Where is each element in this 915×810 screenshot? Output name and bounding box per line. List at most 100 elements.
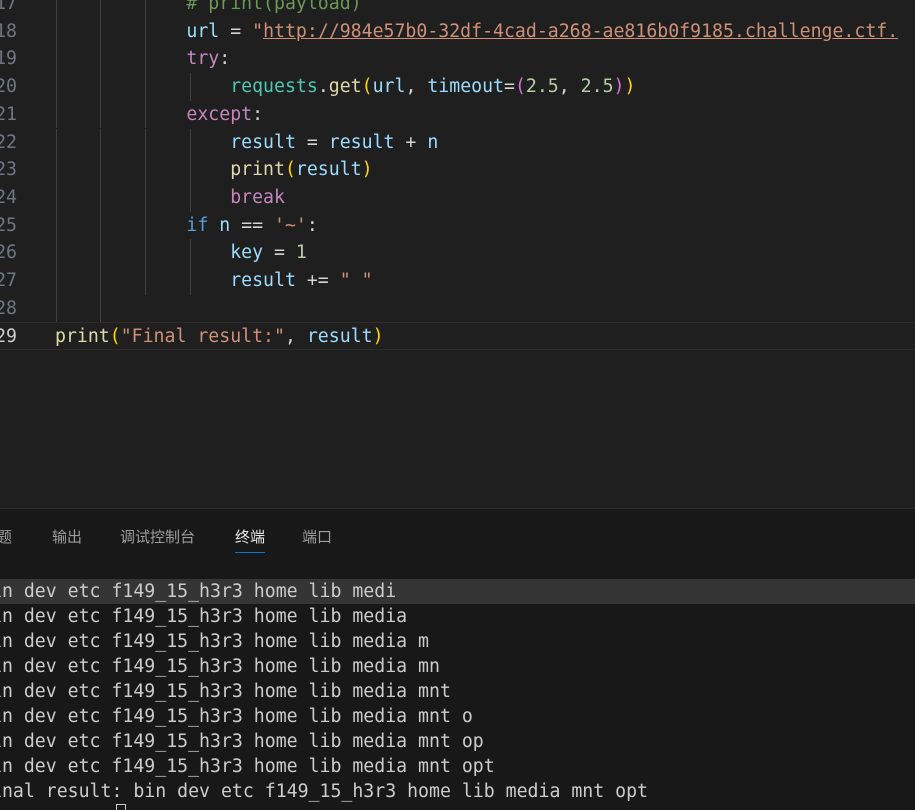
code-token: ): [613, 76, 625, 98]
code-text: result += " ": [55, 267, 373, 295]
code-token: result: [306, 326, 373, 348]
code-token: except: [186, 103, 253, 125]
code-token: key: [230, 242, 264, 264]
code-token: http://984e57b0-32df-4cad-a268-ae816b0f9…: [263, 20, 899, 42]
code-text: # print(payload): [55, 0, 362, 18]
code-token: requests: [230, 76, 318, 98]
code-line[interactable]: 29 print("Final result:", result): [0, 322, 915, 351]
code-token: :: [219, 48, 231, 70]
terminal-line: in dev etc f149_15_h3r3 home lib medi: [0, 581, 397, 602]
line-number: 17: [0, 0, 17, 14]
code-token: (: [109, 326, 121, 348]
code-token: url: [372, 76, 406, 98]
code-token: " ": [339, 270, 373, 291]
code-token: break: [230, 186, 285, 208]
code-token: print: [230, 159, 285, 181]
terminal-line: in dev etc f149_15_h3r3 home lib media m: [0, 631, 429, 652]
code-token: (: [361, 76, 373, 98]
code-line[interactable]: 26 key = 1: [0, 239, 915, 267]
code-token: # print(payload): [186, 0, 362, 14]
panel-tab-bar: 题 输出 调试控制台 终端 端口: [0, 509, 915, 565]
terminal-line: in dev etc f149_15_h3r3 home lib media m…: [0, 731, 484, 752]
tab-debug-console[interactable]: 调试控制台: [120, 526, 195, 547]
code-line[interactable]: 19 try:: [0, 45, 915, 74]
code-token: (: [284, 159, 296, 181]
code-token: result: [295, 159, 362, 181]
code-token: try: [186, 48, 220, 70]
tab-output[interactable]: 输出: [52, 526, 82, 547]
line-number: 19: [0, 48, 17, 70]
code-token: '~': [274, 214, 307, 236]
code-token: ": [252, 20, 264, 42]
code-token: ): [361, 159, 373, 181]
code-text: if n == '~':: [55, 212, 318, 240]
code-token: n: [427, 131, 439, 153]
bottom-panel: 题 输出 调试控制台 终端 端口 in dev etc f149_15_h3r3…: [0, 508, 915, 810]
code-line[interactable]: 23 print(result): [0, 156, 915, 184]
line-number: 25: [0, 214, 17, 236]
code-token: .: [317, 76, 329, 98]
tab-problems[interactable]: 题: [0, 526, 12, 547]
code-token: ,: [405, 76, 428, 98]
code-text: print(result): [55, 156, 373, 184]
terminal-line: in dev etc f149_15_h3r3 home lib media: [0, 606, 408, 627]
line-number: 18: [0, 20, 17, 42]
line-number: 27: [0, 270, 17, 291]
code-token: +: [394, 131, 428, 153]
code-token: result: [230, 270, 296, 291]
code-token: "Final result:": [120, 326, 285, 348]
tab-ports[interactable]: 端口: [302, 526, 332, 547]
code-token: 2.5: [580, 76, 614, 98]
code-line[interactable]: 18 url = "http://984e57b0-32df-4cad-a268…: [0, 17, 915, 46]
code-token: :: [306, 214, 318, 236]
code-text: result = result + n: [55, 129, 438, 157]
code-token: =: [504, 76, 515, 98]
code-token: ): [372, 326, 384, 348]
code-line[interactable]: 27 result += " ": [0, 267, 915, 295]
terminal-line: in dev etc f149_15_h3r3 home lib media m…: [0, 706, 473, 727]
code-token: =: [295, 131, 329, 153]
code-token: if: [186, 214, 209, 236]
code-line[interactable]: 22 result = result + n: [0, 128, 915, 157]
code-token: ): [624, 76, 636, 98]
code-line[interactable]: 24 break: [0, 183, 915, 212]
code-token: 1: [295, 242, 307, 264]
line-number: 23: [0, 159, 17, 181]
code-token: print: [55, 326, 110, 348]
tab-terminal[interactable]: 终端: [235, 526, 266, 553]
code-token: =: [219, 20, 253, 42]
code-editor[interactable]: 17 # print(payload) 18 url = "http://984e…: [0, 0, 915, 508]
code-token: timeout: [427, 76, 504, 98]
line-number: 26: [0, 242, 17, 264]
code-line[interactable]: 25 if n == '~':: [0, 211, 915, 240]
code-token: =: [263, 242, 296, 264]
code-text: except:: [55, 101, 263, 129]
code-token: url: [186, 20, 220, 42]
terminal-output[interactable]: in dev etc f149_15_h3r3 home lib medi in…: [0, 565, 915, 810]
code-token: n: [219, 214, 231, 236]
code-line[interactable]: 28: [0, 294, 915, 323]
code-line[interactable]: 20 requests.get(url, timeout=(2.5, 2.5)): [0, 73, 915, 101]
line-number: 22: [0, 131, 17, 153]
terminal-line: in dev etc f149_15_h3r3 home lib media m…: [0, 756, 495, 777]
code-token: ,: [284, 326, 307, 348]
code-token: :: [252, 103, 264, 125]
terminal-line: inal result: bin dev etc f149_15_h3r3 ho…: [0, 781, 648, 802]
code-token: +=: [295, 270, 340, 291]
code-text: key = 1: [55, 239, 307, 267]
line-number: 28: [0, 297, 17, 319]
code-text: requests.get(url, timeout=(2.5, 2.5)): [55, 73, 635, 101]
code-text: url = "http://984e57b0-32df-4cad-a268-ae…: [55, 18, 898, 46]
line-number: 21: [0, 103, 17, 125]
code-line[interactable]: 17 # print(payload): [0, 0, 915, 18]
code-token: ,: [558, 76, 581, 98]
code-token: get: [328, 76, 362, 98]
code-token: 2.5: [525, 76, 559, 98]
code-token: ==: [230, 214, 275, 236]
code-line[interactable]: 21 except:: [0, 100, 915, 129]
terminal-cursor: [116, 804, 126, 810]
line-number: 29: [0, 326, 17, 348]
code-token: (: [514, 76, 526, 98]
